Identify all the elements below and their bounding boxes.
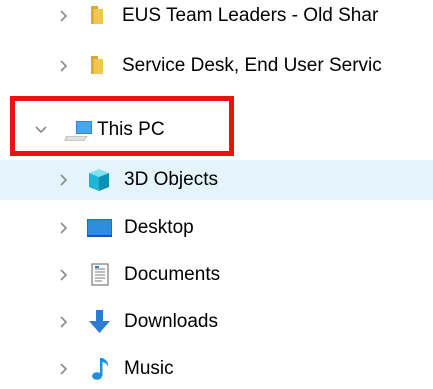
computer-icon (62, 110, 92, 150)
downloads-icon (86, 302, 114, 342)
chevron-right-icon[interactable] (54, 255, 74, 295)
tree-item-label: This PC (97, 119, 165, 140)
tree-item-downloads[interactable]: Downloads (0, 302, 433, 342)
tree-item-music[interactable]: Music (0, 349, 433, 389)
chevron-down-icon[interactable] (31, 110, 51, 150)
chevron-right-icon[interactable] (54, 0, 74, 36)
documents-icon (88, 255, 116, 295)
music-icon (88, 349, 116, 389)
tree-item-documents[interactable]: Documents (0, 255, 433, 295)
tree-item-label: Downloads (124, 311, 218, 332)
folder-icon (88, 0, 116, 36)
chevron-right-icon[interactable] (54, 302, 74, 342)
desktop-icon (84, 208, 112, 248)
tree-item-label: Music (124, 358, 174, 379)
tree-item-label: EUS Team Leaders - Old Shar (122, 5, 379, 26)
chevron-right-icon[interactable] (54, 349, 74, 389)
chevron-right-icon[interactable] (54, 160, 74, 200)
tree-item-service-desk[interactable]: Service Desk, End User Servic (0, 46, 433, 86)
3d-objects-icon (86, 160, 114, 200)
tree-item-eus-team-leaders[interactable]: EUS Team Leaders - Old Shar (0, 0, 433, 36)
tree-item-desktop[interactable]: Desktop (0, 208, 433, 248)
chevron-right-icon[interactable] (54, 208, 74, 248)
tree-item-this-pc[interactable]: This PC (0, 110, 433, 150)
tree-item-label: Service Desk, End User Servic (122, 55, 382, 76)
tree-item-label: Documents (124, 264, 221, 285)
chevron-right-icon[interactable] (54, 46, 74, 86)
tree-item-label: Desktop (124, 217, 194, 238)
tree-item-label: 3D Objects (124, 169, 218, 190)
navigation-tree: EUS Team Leaders - Old Shar Service Desk… (0, 0, 433, 387)
tree-item-3d-objects[interactable]: 3D Objects (0, 160, 433, 200)
folder-icon (88, 46, 116, 86)
